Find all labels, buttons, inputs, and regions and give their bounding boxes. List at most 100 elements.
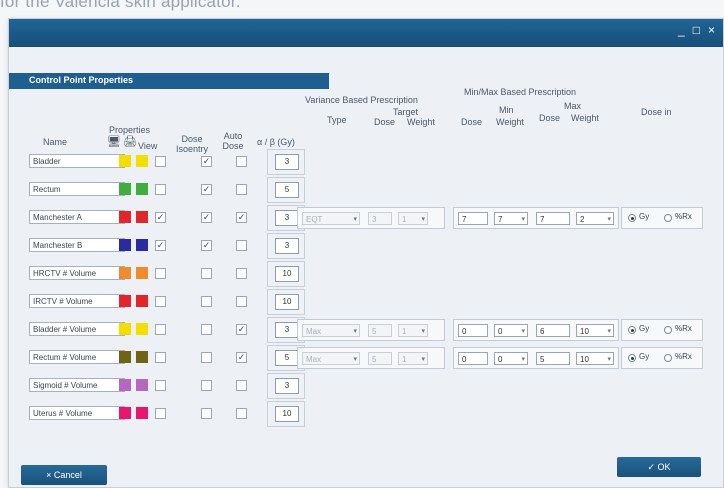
target-weight-select[interactable]: 1 ▾ bbox=[398, 324, 428, 337]
view-checkbox[interactable]: ✓ bbox=[155, 240, 166, 251]
max-dose-field[interactable]: 6 bbox=[536, 324, 570, 337]
view-checkbox[interactable] bbox=[155, 184, 166, 195]
alpha-beta-field[interactable]: 3 bbox=[275, 210, 299, 226]
auto-dose-checkbox[interactable] bbox=[236, 156, 247, 167]
dose-isoentry-checkbox[interactable] bbox=[201, 296, 212, 307]
type-select[interactable]: Max ▾ bbox=[302, 352, 360, 365]
min-weight-select[interactable]: 0 ▾ bbox=[494, 352, 528, 365]
alpha-beta-field[interactable]: 3 bbox=[275, 238, 299, 254]
target-weight-select[interactable]: 1 ▾ bbox=[398, 352, 428, 365]
color-swatch[interactable] bbox=[136, 267, 148, 279]
auto-dose-checkbox[interactable] bbox=[236, 296, 247, 307]
color-swatch[interactable] bbox=[136, 351, 148, 363]
auto-dose-checkbox[interactable] bbox=[236, 268, 247, 279]
min-weight-select[interactable]: 7 ▾ bbox=[494, 212, 528, 225]
color-swatch[interactable] bbox=[136, 239, 148, 251]
view-checkbox[interactable] bbox=[155, 352, 166, 363]
maximize-icon[interactable]: □ bbox=[693, 23, 700, 37]
alpha-beta-field[interactable]: 10 bbox=[275, 266, 299, 282]
target-dose-field[interactable]: 3 bbox=[368, 212, 392, 225]
auto-dose-checkbox[interactable]: ✓ bbox=[236, 212, 247, 223]
color-swatch[interactable] bbox=[119, 323, 131, 335]
min-dose-field[interactable]: 0 bbox=[458, 324, 488, 337]
target-dose-field[interactable]: 5 bbox=[368, 352, 392, 365]
structure-name-field[interactable]: Rectum # Volume bbox=[29, 350, 125, 364]
auto-dose-checkbox[interactable]: ✓ bbox=[236, 324, 247, 335]
dose-isoentry-checkbox[interactable] bbox=[201, 380, 212, 391]
minimize-icon[interactable]: _ bbox=[678, 23, 685, 37]
color-swatch[interactable] bbox=[119, 239, 131, 251]
structure-name-field[interactable]: IRCTV # Volume bbox=[29, 294, 125, 308]
dose-isoentry-checkbox[interactable]: ✓ bbox=[201, 156, 212, 167]
color-swatch[interactable] bbox=[136, 183, 148, 195]
color-swatch[interactable] bbox=[119, 351, 131, 363]
dose-isoentry-checkbox[interactable] bbox=[201, 268, 212, 279]
structure-name-field[interactable]: Manchester B bbox=[29, 238, 125, 252]
color-swatch[interactable] bbox=[136, 379, 148, 391]
color-swatch[interactable] bbox=[119, 267, 131, 279]
alpha-beta-field[interactable]: 5 bbox=[275, 182, 299, 198]
structure-name-field[interactable]: Bladder bbox=[29, 154, 125, 168]
structure-name-field[interactable]: Sigmoid # Volume bbox=[29, 378, 125, 392]
color-swatch[interactable] bbox=[119, 155, 131, 167]
dose-in-gy-radio[interactable] bbox=[628, 326, 636, 334]
close-icon[interactable]: × bbox=[708, 23, 715, 37]
dose-isoentry-checkbox[interactable]: ✓ bbox=[201, 240, 212, 251]
structure-name-field[interactable]: Rectum bbox=[29, 182, 125, 196]
color-swatch[interactable] bbox=[136, 323, 148, 335]
auto-dose-checkbox[interactable] bbox=[236, 380, 247, 391]
dose-in-rx-radio[interactable] bbox=[664, 326, 672, 334]
view-checkbox[interactable] bbox=[155, 380, 166, 391]
auto-dose-checkbox[interactable] bbox=[236, 240, 247, 251]
dose-isoentry-checkbox[interactable] bbox=[201, 324, 212, 335]
view-checkbox[interactable] bbox=[155, 156, 166, 167]
alpha-beta-field[interactable]: 3 bbox=[275, 154, 299, 170]
auto-dose-checkbox[interactable] bbox=[236, 184, 247, 195]
color-swatch[interactable] bbox=[136, 295, 148, 307]
color-swatch[interactable] bbox=[119, 211, 131, 223]
structure-name-field[interactable]: HRCTV # Volume bbox=[29, 266, 125, 280]
max-dose-field[interactable]: 7 bbox=[536, 212, 570, 225]
alpha-beta-field[interactable]: 5 bbox=[275, 350, 299, 366]
dose-isoentry-checkbox[interactable] bbox=[201, 352, 212, 363]
alpha-beta-field[interactable]: 10 bbox=[275, 406, 299, 422]
dose-in-rx-radio[interactable] bbox=[664, 354, 672, 362]
dose-isoentry-checkbox[interactable]: ✓ bbox=[201, 184, 212, 195]
structure-name-field[interactable]: Uterus # Volume bbox=[29, 406, 125, 420]
view-checkbox[interactable] bbox=[155, 268, 166, 279]
auto-dose-checkbox[interactable] bbox=[236, 408, 247, 419]
max-dose-field[interactable]: 5 bbox=[536, 352, 570, 365]
type-select[interactable]: EQT ▾ bbox=[302, 212, 360, 225]
min-weight-select[interactable]: 0 ▾ bbox=[494, 324, 528, 337]
dose-isoentry-checkbox[interactable] bbox=[201, 408, 212, 419]
color-swatch[interactable] bbox=[136, 211, 148, 223]
target-weight-select[interactable]: 1 ▾ bbox=[398, 212, 428, 225]
color-swatch[interactable] bbox=[119, 379, 131, 391]
type-select[interactable]: Max ▾ bbox=[302, 324, 360, 337]
view-checkbox[interactable] bbox=[155, 408, 166, 419]
color-swatch[interactable] bbox=[119, 295, 131, 307]
dose-isoentry-checkbox[interactable]: ✓ bbox=[201, 212, 212, 223]
target-dose-field[interactable]: 5 bbox=[368, 324, 392, 337]
min-dose-field[interactable]: 7 bbox=[458, 212, 488, 225]
dose-in-rx-radio[interactable] bbox=[664, 214, 672, 222]
view-checkbox[interactable] bbox=[155, 296, 166, 307]
view-checkbox[interactable]: ✓ bbox=[155, 212, 166, 223]
color-swatch[interactable] bbox=[119, 183, 131, 195]
max-weight-select[interactable]: 2 ▾ bbox=[576, 212, 614, 225]
color-swatch[interactable] bbox=[136, 407, 148, 419]
auto-dose-checkbox[interactable]: ✓ bbox=[236, 352, 247, 363]
structure-name-field[interactable]: Manchester A bbox=[29, 210, 125, 224]
max-weight-select[interactable]: 10 ▾ bbox=[576, 352, 614, 365]
alpha-beta-field[interactable]: 10 bbox=[275, 294, 299, 310]
cancel-button[interactable]: × Cancel bbox=[21, 465, 107, 485]
structure-name-field[interactable]: Bladder # Volume bbox=[29, 322, 125, 336]
dose-in-gy-radio[interactable] bbox=[628, 214, 636, 222]
alpha-beta-field[interactable]: 3 bbox=[275, 322, 299, 338]
ok-button[interactable]: ✓ OK bbox=[617, 457, 701, 477]
view-checkbox[interactable] bbox=[155, 324, 166, 335]
min-dose-field[interactable]: 0 bbox=[458, 352, 488, 365]
color-swatch[interactable] bbox=[136, 155, 148, 167]
dose-in-gy-radio[interactable] bbox=[628, 354, 636, 362]
max-weight-select[interactable]: 10 ▾ bbox=[576, 324, 614, 337]
